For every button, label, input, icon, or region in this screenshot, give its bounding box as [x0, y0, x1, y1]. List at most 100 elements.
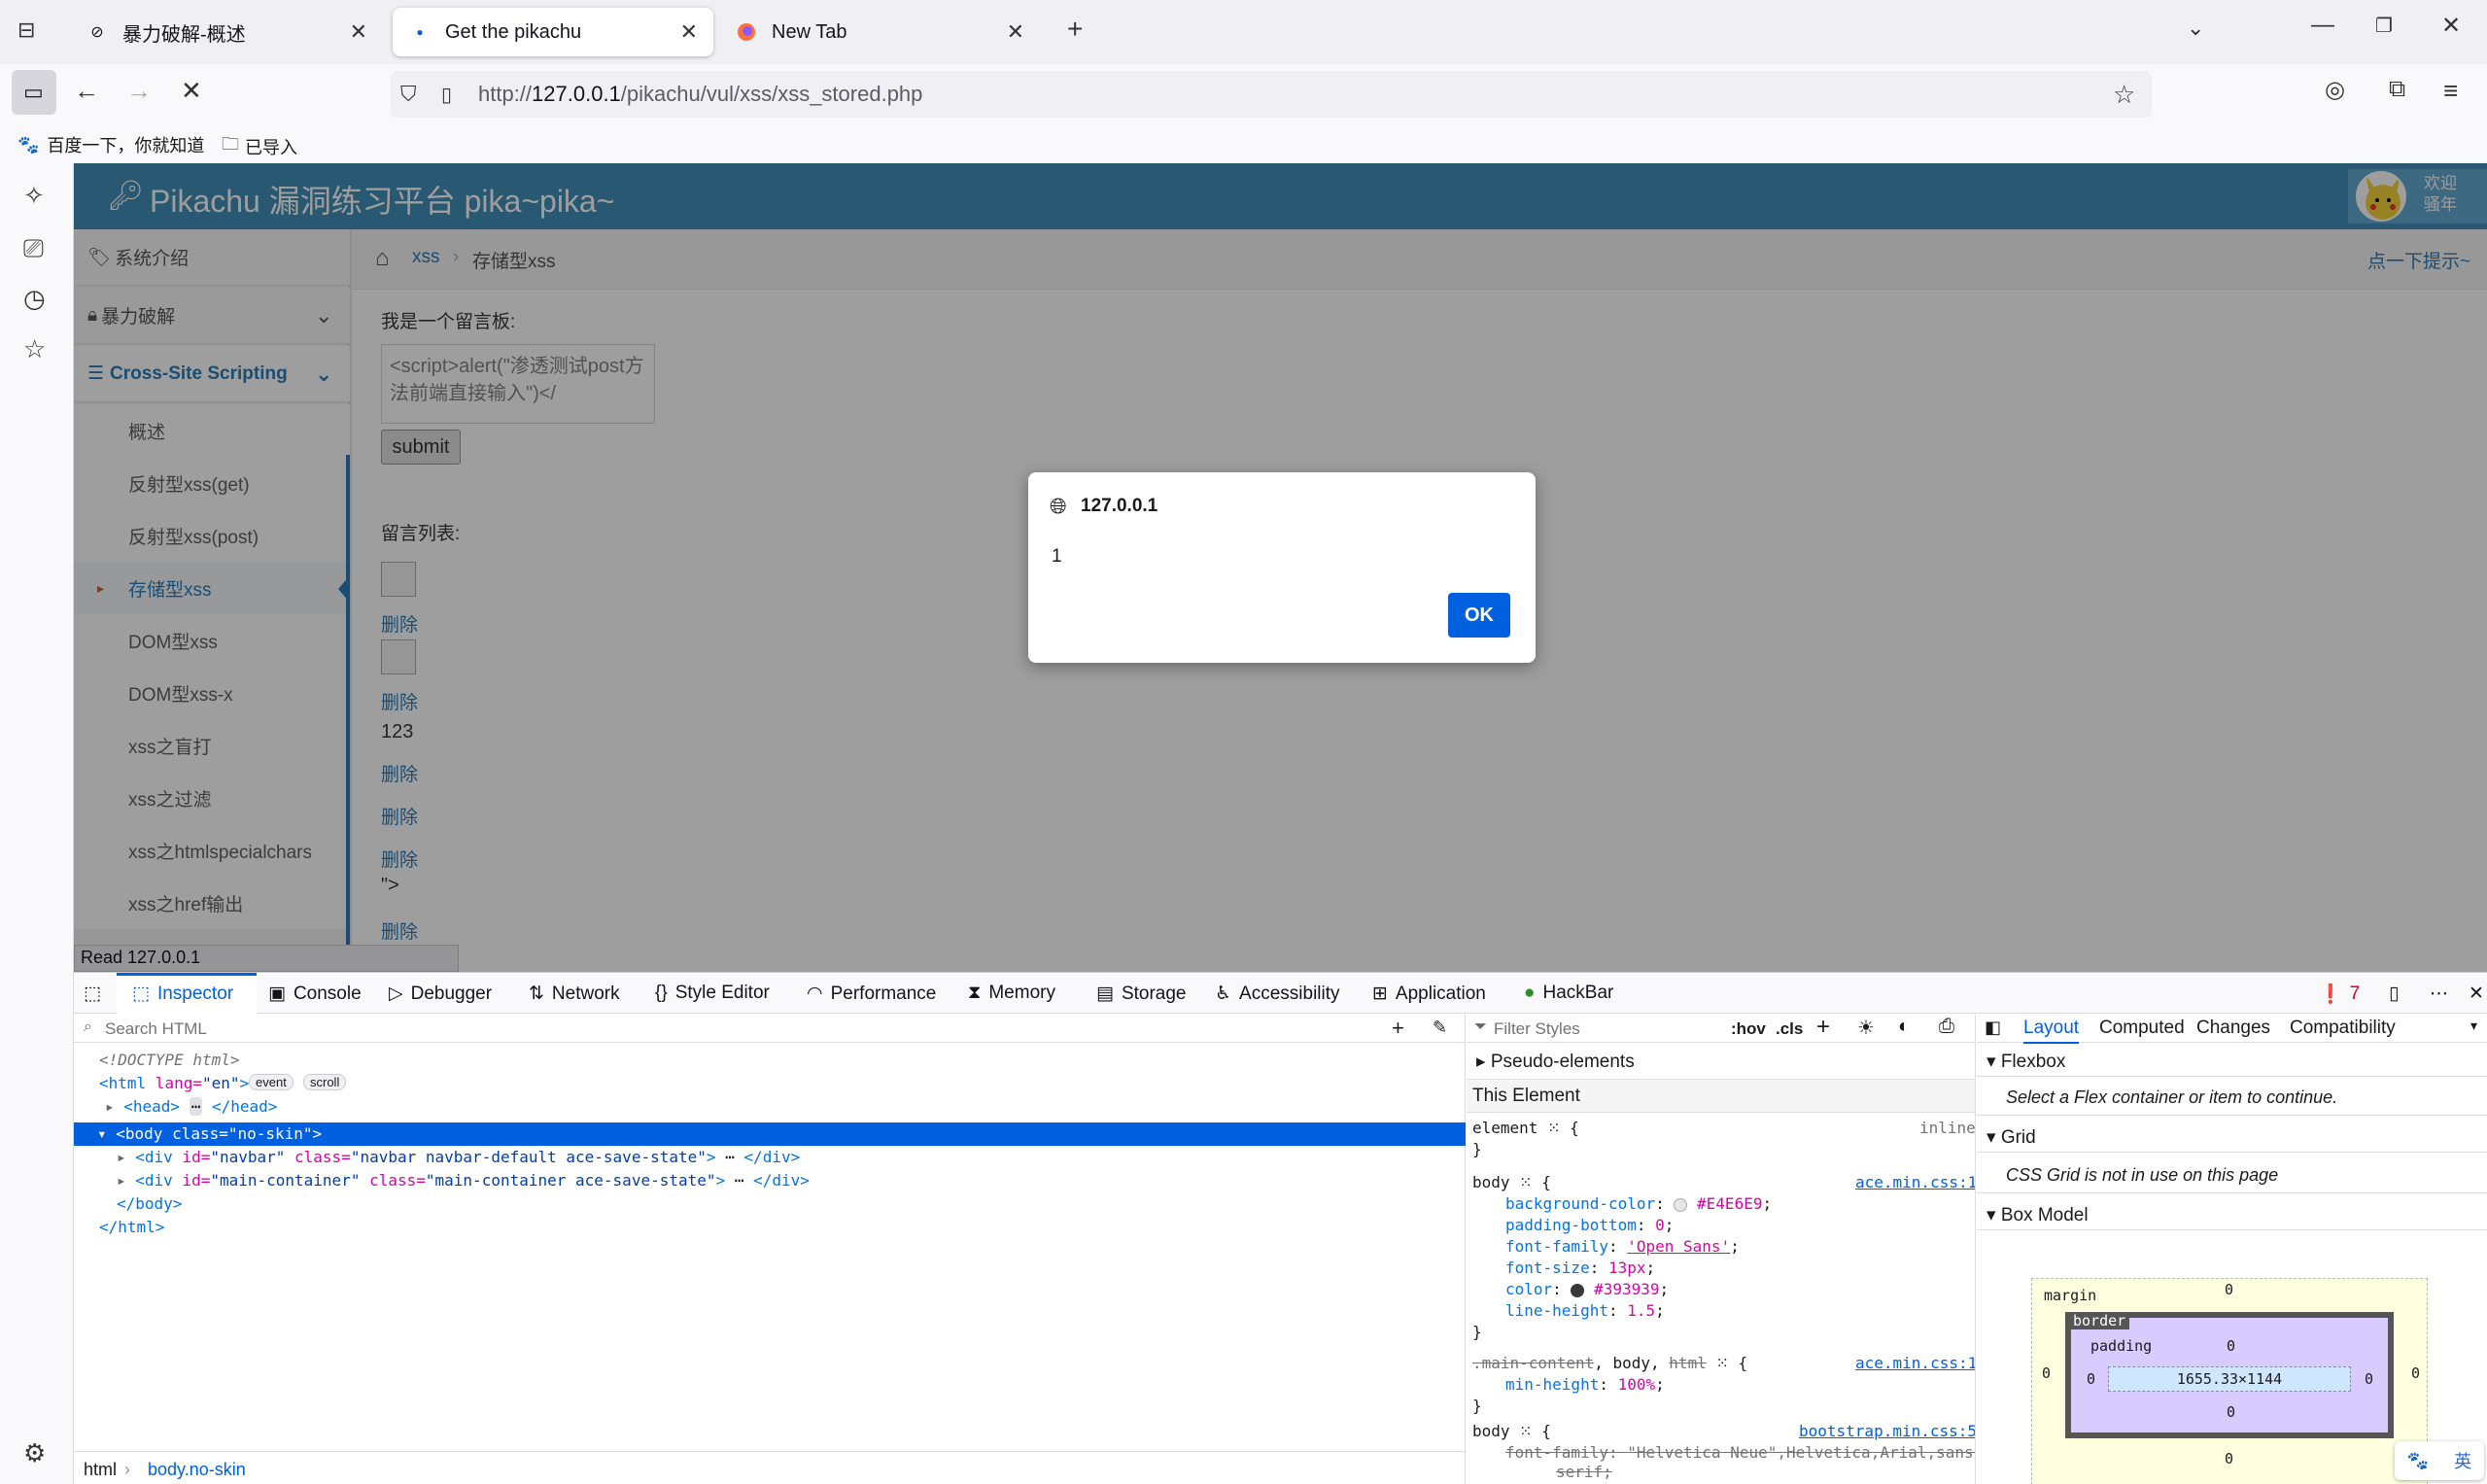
tab-computed[interactable]: Computed	[2099, 1018, 2185, 1039]
close-devtools-icon[interactable]: ✕	[2469, 983, 2484, 1005]
ace-source-link[interactable]: ace.min.css:1	[1855, 1354, 1975, 1372]
margin-top[interactable]: 0	[2225, 1281, 2233, 1298]
decl-font-family[interactable]: font-family: 'Open Sans';	[1505, 1237, 1740, 1256]
tab-inspector[interactable]: ⬚ Inspector	[132, 983, 233, 1005]
color-swatch[interactable]	[1571, 1283, 1585, 1297]
tab-newtab[interactable]: New Tab ✕	[719, 8, 1040, 56]
restore-icon[interactable]: ❐	[2375, 14, 2393, 38]
padding-bottom[interactable]: 0	[2227, 1403, 2235, 1421]
body-close[interactable]: </body>	[117, 1194, 182, 1213]
event-badge[interactable]: event	[249, 1074, 294, 1090]
bookmark-folder-imported[interactable]: 🗀 已导入	[222, 132, 297, 161]
decl-color[interactable]: color: #393939;	[1505, 1280, 1669, 1298]
div-main-container-node[interactable]: ▸ <div id="main-container" class="main-c…	[117, 1171, 810, 1190]
close-icon[interactable]: ✕	[1007, 19, 1024, 45]
synced-tabs-icon[interactable]: ⎚	[23, 233, 44, 264]
decl-font-size[interactable]: font-size: 13px;	[1505, 1259, 1655, 1277]
cls-toggle[interactable]: .cls	[1776, 1019, 1803, 1039]
margin-right[interactable]: 0	[2411, 1364, 2420, 1382]
ok-button[interactable]: OK	[1448, 593, 1510, 638]
tab-list-icon[interactable]: ⊟	[17, 17, 35, 43]
decl-min-height[interactable]: min-height: 100%;	[1505, 1375, 1665, 1394]
html-close[interactable]: </html>	[99, 1218, 164, 1236]
bootstrap-rule-selector[interactable]: body ⁙ {	[1472, 1422, 1551, 1440]
decl-font-family-overridden[interactable]: font-family: "Helvetica Neue",Helvetica,…	[1505, 1443, 1975, 1462]
chevron-down-icon[interactable]: ▾	[2470, 1018, 2477, 1034]
dock-icon[interactable]: ▯	[2389, 983, 2399, 1005]
tab-bruteforce[interactable]: ⊘ 暴力破解-概述 ✕	[70, 8, 383, 56]
tab-console[interactable]: ▣ Console	[268, 983, 362, 1005]
more-options-icon[interactable]: ⋯	[2430, 983, 2448, 1005]
error-count-badge[interactable]: ❗ 7	[2319, 983, 2360, 1006]
decl-padding-bottom[interactable]: padding-bottom: 0;	[1505, 1216, 1674, 1234]
extensions-icon[interactable]: ⧉	[2389, 76, 2405, 103]
grid-section[interactable]: ▾ Grid	[1986, 1126, 2036, 1149]
stop-icon[interactable]: ✕	[181, 76, 202, 106]
scroll-badge[interactable]: scroll	[303, 1074, 347, 1090]
settings-gear-icon[interactable]: ⚙	[23, 1438, 46, 1468]
tab-hackbar[interactable]: ● HackBar	[1524, 983, 1613, 1004]
add-rule-icon[interactable]: +	[1816, 1014, 1830, 1041]
menu-icon[interactable]: ≡	[2443, 76, 2458, 106]
flexbox-section[interactable]: ▾ Flexbox	[1986, 1051, 2065, 1073]
close-icon[interactable]: ✕	[680, 19, 698, 45]
add-node-icon[interactable]: +	[1392, 1016, 1404, 1041]
tab-compatibility[interactable]: Compatibility	[2290, 1018, 2396, 1039]
window-close-icon[interactable]: ✕	[2441, 12, 2461, 40]
new-tab-icon[interactable]: +	[1067, 14, 1083, 45]
tab-changes[interactable]: Changes	[2196, 1018, 2270, 1039]
print-icon[interactable]: ⎙	[1939, 1016, 1954, 1038]
bookmarks-star-icon[interactable]: ☆	[23, 334, 46, 364]
account-icon[interactable]: ◎	[2325, 76, 2345, 104]
bookmark-baidu[interactable]: 🐾 百度一下，你就知道	[17, 132, 204, 157]
ime-paw-icon[interactable]: 🐾	[2407, 1451, 2429, 1471]
url-text[interactable]: http://127.0.0.1/pikachu/vul/xss/xss_sto…	[478, 82, 922, 107]
forward-icon[interactable]: →	[126, 76, 152, 106]
decl-background-color[interactable]: background-color: #E4E6E9;	[1505, 1194, 1772, 1213]
close-icon[interactable]: ✕	[350, 19, 367, 45]
history-icon[interactable]: ◷	[23, 284, 46, 314]
padding-right[interactable]: 0	[2365, 1370, 2373, 1388]
color-swatch[interactable]	[1674, 1197, 1688, 1212]
margin-left[interactable]: 0	[2042, 1364, 2051, 1382]
body-rule-selector[interactable]: body ⁙ {	[1472, 1173, 1551, 1191]
head-node[interactable]: ▸ <head> ⋯ </head>	[105, 1097, 277, 1116]
page-info-icon[interactable]: ▯	[441, 83, 452, 107]
main-content-rule-selector[interactable]: .main-content, body, html ⁙ {	[1472, 1354, 1747, 1372]
tab-network[interactable]: ⇅ Network	[529, 983, 620, 1005]
sidebar-toggle-icon[interactable]: ◧	[1985, 1018, 2001, 1038]
breadcrumb-body[interactable]: body.no-skin	[148, 1460, 246, 1480]
box-model-section[interactable]: ▾ Box Model	[1986, 1204, 2089, 1226]
chevron-down-icon[interactable]: ⌄	[2187, 16, 2204, 41]
minimize-icon[interactable]: —	[2311, 12, 2334, 39]
div-navbar-node[interactable]: ▸ <div id="navbar" class="navbar navbar-…	[117, 1148, 800, 1166]
url-bar[interactable]: ⛉ ▯ http://127.0.0.1/pikachu/vul/xss/xss…	[391, 71, 2152, 118]
html-node[interactable]: <html lang="en">	[99, 1074, 249, 1092]
tab-application[interactable]: ⊞ Application	[1372, 983, 1486, 1005]
tab-storage[interactable]: ▤ Storage	[1096, 983, 1187, 1005]
element-rule[interactable]: element ⁙ {	[1472, 1119, 1579, 1137]
shield-icon[interactable]: ⛉	[400, 82, 417, 107]
body-node[interactable]: ▾ <body class="no-skin">	[97, 1124, 322, 1143]
sidebar-toggle-button[interactable]: ▭	[12, 70, 56, 115]
decl-line-height[interactable]: line-height: 1.5;	[1505, 1301, 1665, 1320]
bootstrap-source-link[interactable]: bootstrap.min.css:5	[1799, 1422, 1975, 1440]
breadcrumb-html[interactable]: html	[84, 1460, 117, 1480]
pick-element-icon[interactable]: ⬚	[84, 983, 101, 1005]
ime-toolbar[interactable]: 🐾 英	[2395, 1441, 2484, 1480]
hov-toggle[interactable]: :hov	[1731, 1019, 1766, 1039]
tab-layout[interactable]: Layout	[2023, 1018, 2080, 1044]
padding-left[interactable]: 0	[2087, 1370, 2095, 1388]
pseudo-elements-row[interactable]: ▸ Pseudo-elements	[1467, 1043, 1975, 1080]
margin-bottom[interactable]: 0	[2225, 1450, 2233, 1467]
bookmark-star-icon[interactable]: ☆	[2113, 80, 2135, 110]
tab-memory[interactable]: ⧗ Memory	[968, 983, 1055, 1004]
content-size[interactable]: 1655.33×1144	[2108, 1366, 2351, 1392]
ime-lang[interactable]: 英	[2454, 1448, 2471, 1473]
light-mode-icon[interactable]: ☀	[1857, 1016, 1875, 1040]
tab-debugger[interactable]: ▷ Debugger	[389, 983, 492, 1005]
ai-sparkle-icon[interactable]: ✧	[23, 181, 45, 211]
search-html-input[interactable]: Search HTML	[105, 1019, 207, 1039]
tab-performance[interactable]: ◠ Performance	[807, 983, 936, 1005]
tab-accessibility[interactable]: ♿︎ Accessibility	[1215, 983, 1340, 1005]
